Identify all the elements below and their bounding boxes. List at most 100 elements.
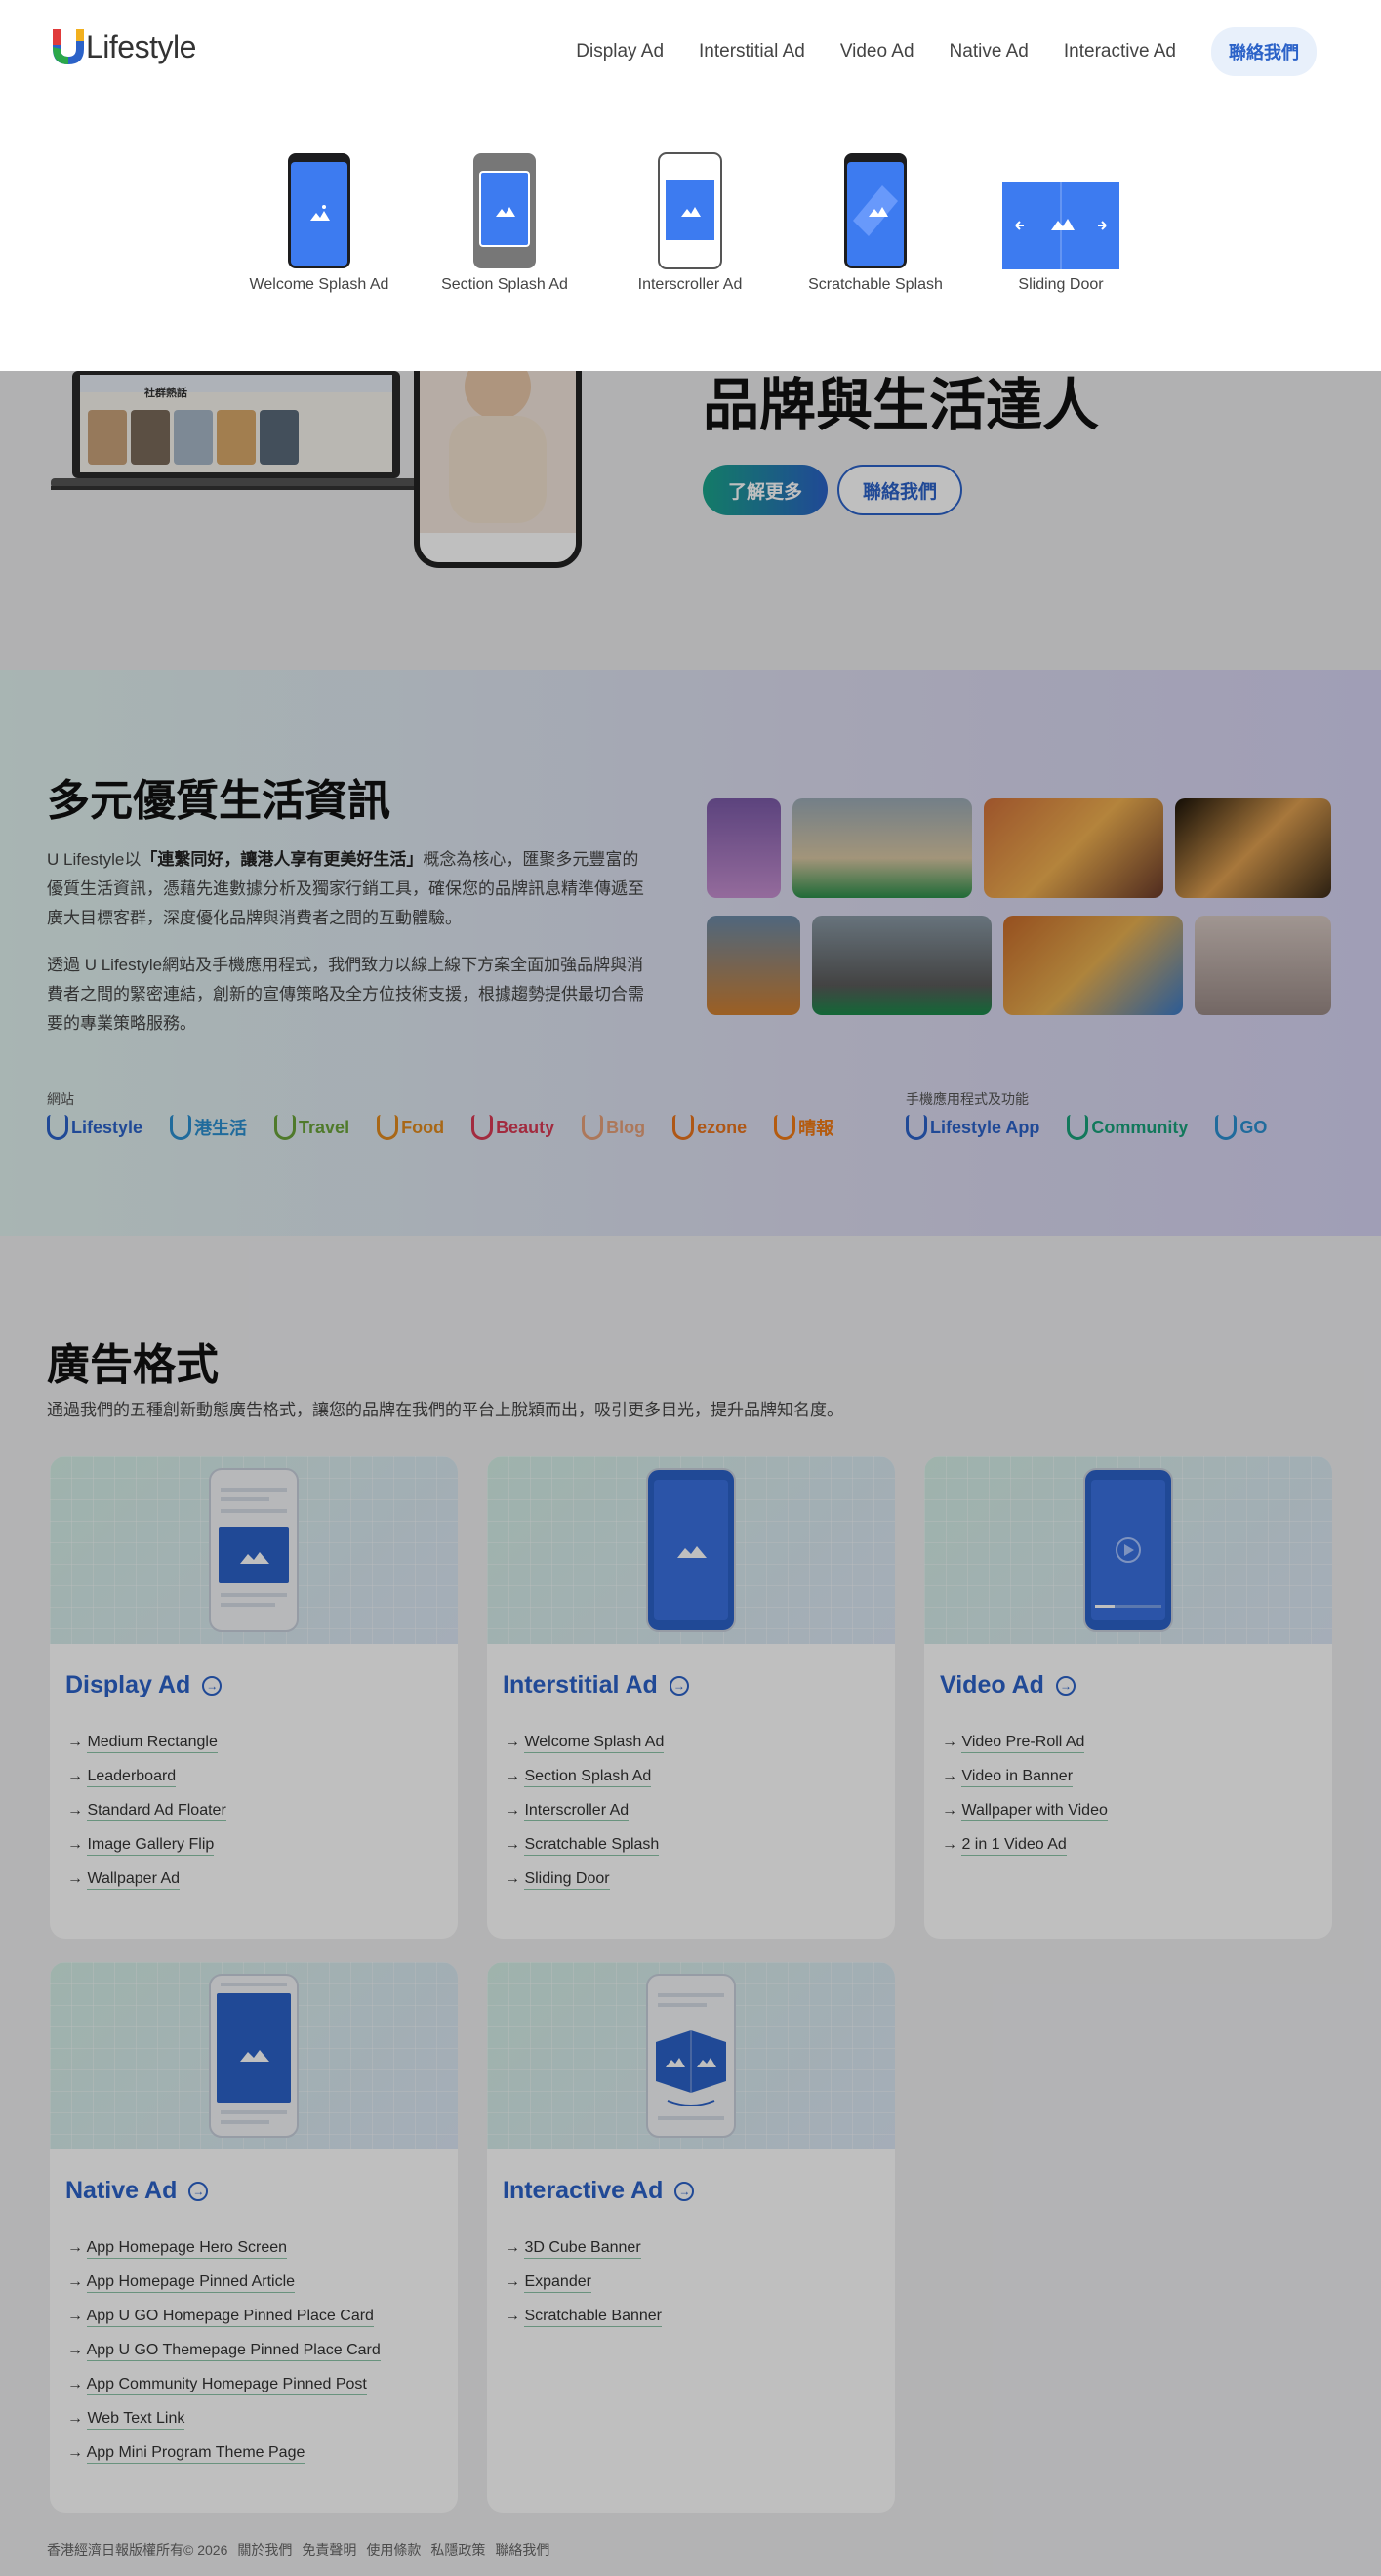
dropdown-item-sliding-door[interactable]: Sliding Door [988,148,1134,294]
dropdown-label: Welcome Splash Ad [249,276,389,293]
card-item-text: Scratchable Banner [524,2308,662,2327]
website-logos: Lifestyle 港生活 Travel Food Beauty Blog ezone 晴報 [47,1115,861,1140]
logo-text: Lifestyle [86,28,196,64]
footer-link-contact[interactable]: 聯絡我們 [495,2540,549,2559]
laptop-heading: 社群熱話 [144,388,187,399]
website-name: ezone [697,1117,748,1137]
card-banner [50,1456,458,1644]
format-card[interactable]: Native Ad → → App Homepage Hero Screen → Ap… [50,1962,458,2513]
app-logo[interactable]: Lifestyle App [906,1115,1039,1140]
dropdown-label: Interscroller Ad [637,276,743,293]
dropdown-label: Scratchable Splash [808,276,943,293]
website-logo[interactable]: ezone [672,1115,747,1140]
learn-more-button[interactable]: 了解更多 [703,465,828,515]
card-title[interactable]: Interstitial Ad → [503,1671,689,1699]
card-item-list: → Video Pre-Roll Ad → Video in Banner → Wa… [942,1734,1108,1870]
format-card[interactable]: Video Ad → → Video Pre-Roll Ad → Video in B… [924,1456,1332,1939]
card-item-link[interactable]: → App Mini Program Theme Page [67,2444,381,2478]
card-item-link[interactable]: → Standard Ad Floater [67,1802,226,1836]
card-item-list: → 3D Cube Banner → Expander → Scratchable … [505,2239,662,2342]
card-item-link[interactable]: → Image Gallery Flip [67,1836,226,1870]
site-logo[interactable]: Lifestyle [47,25,196,68]
card-item-link[interactable]: → 3D Cube Banner [505,2239,662,2273]
app-logo[interactable]: Community [1067,1115,1188,1140]
dropdown-item-section-splash[interactable]: Section Splash Ad [431,148,578,294]
card-item-link[interactable]: → Scratchable Banner [505,2308,662,2342]
footer-link-terms[interactable]: 使用條款 [366,2540,421,2559]
card-item-link[interactable]: → App Homepage Hero Screen [67,2239,381,2273]
website-logo[interactable]: Blog [582,1115,645,1140]
card-item-link[interactable]: → Section Splash Ad [505,1768,664,1802]
article-tile[interactable] [707,798,781,898]
dropdown-item-interscroller[interactable]: Interscroller Ad [617,148,763,294]
card-item-link[interactable]: → Video in Banner [942,1768,1108,1802]
card-title[interactable]: Display Ad → [65,1671,223,1699]
arrow-right-icon: → [67,2410,88,2427]
hero-title: 品牌與生活達人 [703,374,1100,437]
article-tile[interactable] [1003,916,1183,1015]
para1-bold: 「連繫同好，讓港人享有更美好生活」 [141,850,424,869]
card-item-link[interactable]: → App U GO Themepage Pinned Place Card [67,2342,381,2376]
footer-link-about[interactable]: 關於我們 [237,2540,292,2559]
dropdown-label: Sliding Door [1018,276,1104,293]
card-item-link[interactable]: → Web Text Link [67,2410,381,2444]
card-item-link[interactable]: → Video Pre-Roll Ad [942,1734,1108,1768]
card-item-link[interactable]: → 2 in 1 Video Ad [942,1836,1108,1870]
card-item-link[interactable]: → Interscroller Ad [505,1802,664,1836]
card-banner [487,1962,895,2149]
nav-interstitial-ad[interactable]: Interstitial Ad [699,41,805,62]
website-logo[interactable]: Travel [274,1115,349,1140]
website-logo[interactable]: 晴報 [774,1115,833,1140]
arrow-right-icon: → [67,2376,87,2392]
footer-link-privacy[interactable]: 私隱政策 [430,2540,485,2559]
format-card[interactable]: Interstitial Ad → → Welcome Splash Ad → Sec… [487,1456,895,1939]
website-logo[interactable]: Beauty [471,1115,554,1140]
card-item-text: App U GO Themepage Pinned Place Card [86,2342,381,2361]
card-item-link[interactable]: → Leaderboard [67,1768,226,1802]
article-tile[interactable] [707,916,800,1015]
format-card[interactable]: Interactive Ad → → 3D Cube Banner → Expande… [487,1962,895,2513]
dropdown-item-welcome-splash[interactable]: Welcome Splash Ad [246,148,392,294]
article-tile[interactable] [1195,916,1331,1015]
card-item-link[interactable]: → Medium Rectangle [67,1734,226,1768]
nav-interactive-ad[interactable]: Interactive Ad [1064,41,1176,62]
card-item-list: → App Homepage Hero Screen → App Homepage… [67,2239,381,2478]
format-card[interactable]: Display Ad → → Medium Rectangle → Leaderboa… [50,1456,458,1939]
arrow-right-icon: → [67,1870,88,1887]
dropdown-item-scratchable[interactable]: Scratchable Splash [802,148,949,294]
contact-button[interactable]: 聯絡我們 [1211,27,1317,76]
card-item-text: Leaderboard [87,1768,177,1787]
card-item-link[interactable]: → Wallpaper Ad [67,1870,226,1904]
interstitial-dropdown-menu: Welcome Splash Ad Section Splash Ad Inte… [0,98,1381,371]
hero-contact-button[interactable]: 聯絡我們 [837,465,962,515]
sliding-door-icon [1002,182,1119,269]
card-title[interactable]: Native Ad → [65,2177,209,2205]
card-title[interactable]: Video Ad → [940,1671,1076,1699]
article-tile[interactable] [984,798,1163,898]
article-tile[interactable] [1175,798,1331,898]
card-item-link[interactable]: → Welcome Splash Ad [505,1734,665,1768]
phone-mockup-icon [209,1468,299,1632]
card-title[interactable]: Interactive Ad → [503,2177,695,2205]
article-tile[interactable] [812,916,992,1015]
website-logo[interactable]: Food [377,1115,444,1140]
website-logo[interactable]: 港生活 [170,1115,247,1140]
arrow-right-icon: → [942,1768,962,1784]
card-item-link[interactable]: → Expander [505,2273,662,2308]
nav-video-ad[interactable]: Video Ad [840,41,914,62]
card-item-link[interactable]: → Wallpaper with Video [942,1802,1108,1836]
nav-native-ad[interactable]: Native Ad [950,41,1029,62]
card-item-link[interactable]: → App Homepage Pinned Article [67,2273,381,2308]
phone-mockup-icon [646,1974,736,2138]
card-item-link[interactable]: → Sliding Door [505,1870,664,1904]
article-tile[interactable] [792,798,972,898]
card-item-text: App Homepage Pinned Article [86,2273,296,2293]
footer-link-disclaimer[interactable]: 免責聲明 [302,2540,356,2559]
card-item-link[interactable]: → Scratchable Splash [505,1836,664,1870]
card-item-link[interactable]: → App Community Homepage Pinned Post [67,2376,381,2410]
website-logo[interactable]: Lifestyle [47,1115,142,1140]
app-logo[interactable]: GO [1215,1115,1267,1140]
nav-display-ad[interactable]: Display Ad [576,41,664,62]
card-item-link[interactable]: → App U GO Homepage Pinned Place Card [67,2308,381,2342]
arrow-right-icon: → [67,1802,88,1819]
